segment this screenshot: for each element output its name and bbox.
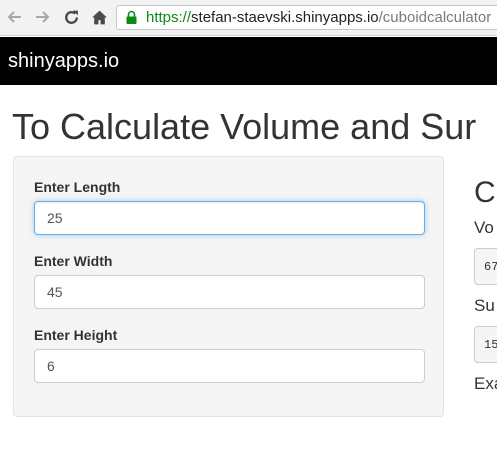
app-navbar: shinyapps.io	[0, 37, 497, 85]
url-scheme: https://	[146, 9, 192, 26]
width-input[interactable]	[34, 275, 425, 309]
volume-label: Vo	[474, 218, 494, 237]
reload-icon	[64, 10, 78, 24]
reload-button[interactable]	[60, 6, 82, 28]
forward-button[interactable]	[31, 6, 53, 28]
lock-icon	[126, 10, 137, 24]
volume-output: 67	[474, 248, 497, 285]
surface-output: 15	[474, 326, 497, 363]
input-panel: Enter Length Enter Width Enter Height	[13, 156, 444, 417]
arrow-right-icon	[36, 11, 50, 23]
length-label: Enter Length	[34, 179, 121, 195]
surface-label: Su	[474, 296, 495, 315]
home-button[interactable]	[88, 6, 110, 28]
width-label: Enter Width	[34, 253, 113, 269]
address-bar[interactable]: https://stefan-staevski.shinyapps.io/cub…	[116, 5, 497, 30]
example-label: Exa	[474, 374, 497, 393]
url-path: /cuboidcalculator	[378, 9, 492, 26]
arrow-left-icon	[7, 11, 21, 23]
brand-link[interactable]: shinyapps.io	[8, 49, 119, 73]
output-panel: C Vo 67 Su 15 Exa	[474, 176, 497, 406]
browser-toolbar: https://stefan-staevski.shinyapps.io/cub…	[0, 0, 497, 36]
back-button[interactable]	[4, 6, 26, 28]
height-label: Enter Height	[34, 327, 118, 343]
url-host: stefan-staevski.shinyapps.io	[191, 9, 379, 26]
height-input[interactable]	[34, 349, 425, 383]
home-icon	[91, 10, 107, 24]
length-input[interactable]	[34, 201, 425, 235]
page-title: To Calculate Volume and Sur	[12, 106, 477, 147]
output-heading: C	[474, 176, 496, 209]
